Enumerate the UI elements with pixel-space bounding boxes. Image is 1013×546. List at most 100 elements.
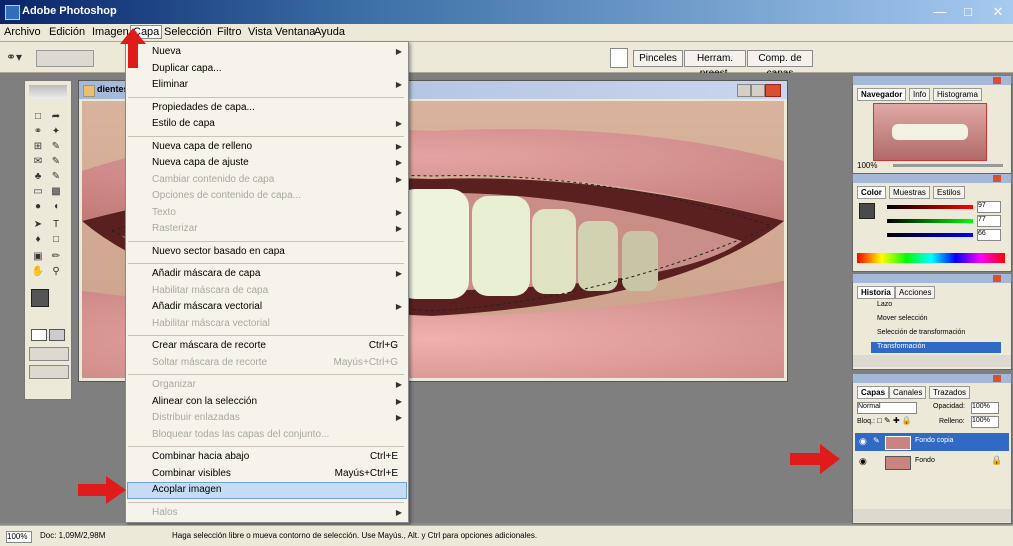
menu-item[interactable]: Propiedades de capa... [152,102,398,113]
tab-navegador[interactable]: Navegador [857,88,907,101]
brush-link-icon[interactable]: ✎ [873,436,880,445]
tab-acciones[interactable]: Acciones [895,286,936,299]
g-slider[interactable] [887,219,973,223]
doc-close-icon[interactable] [765,84,781,97]
menu-item[interactable]: Nuevo sector basado en capa [152,246,398,257]
eraser-tool-icon[interactable]: ▭ [31,186,45,198]
color-fg-swatch[interactable] [859,203,875,219]
navigator-thumbnail[interactable] [873,103,987,161]
dodge-tool-icon[interactable]: ◖ [49,201,63,213]
tab-estilos[interactable]: Estilos [933,186,965,199]
menu-item[interactable]: Alinear con la selección [152,396,398,407]
navigator-zoom[interactable]: 100% [857,161,877,170]
menu-seleccion[interactable]: Selección [164,26,212,38]
marquee-tool-icon[interactable]: □ [31,111,45,123]
tab-histograma[interactable]: Histograma [933,88,982,101]
type-tool-icon[interactable]: T [49,219,63,231]
blend-mode-select[interactable]: Normal [857,402,917,414]
menu-item[interactable]: Combinar hacia abajo Ctrl+E [152,451,398,462]
palette-close-icon[interactable] [993,275,1001,282]
healing-brush-icon[interactable]: ✉ [31,156,45,168]
history-item[interactable]: Selección de transformación [877,329,965,336]
slice-tool-icon[interactable]: ✎ [49,141,63,153]
maximize-icon[interactable]: □ [958,3,978,20]
color-spectrum[interactable] [857,253,1005,263]
move-tool-icon[interactable]: ➦ [49,111,63,123]
menu-item[interactable]: Eliminar [152,79,398,90]
foreground-color-swatch[interactable] [31,289,49,307]
fill-field[interactable]: 100% [971,416,999,428]
eye-icon[interactable]: ◉ [859,436,867,447]
palette-close-icon[interactable] [993,77,1001,84]
palette-close-icon[interactable] [993,175,1001,182]
lock-icons[interactable]: □ ✎ ✚ 🔒 [877,416,927,426]
quick-mask-icon[interactable] [49,329,65,341]
hand-tool-icon[interactable]: ✋ [31,266,45,278]
selection-mode-icons[interactable] [36,50,94,67]
pen-tool-icon[interactable]: ♦ [31,234,45,246]
lasso-tool-icon[interactable]: ⚭ [31,126,45,138]
history-brush-icon[interactable]: ✎ [49,171,63,183]
tab-trazados[interactable]: Trazados [929,386,971,399]
opacity-field[interactable]: 100% [971,402,999,414]
tab-canales[interactable]: Canales [889,386,927,399]
zoom-slider[interactable] [893,164,1003,167]
palette-close-icon[interactable] [993,375,1001,382]
menu-item[interactable]: Nueva [152,46,398,57]
eye-icon[interactable]: ◉ [859,456,867,467]
menu-item[interactable]: Nueva capa de relleno [152,141,398,152]
tab-muestras[interactable]: Muestras [889,186,930,199]
tab-capas[interactable]: Capas [857,386,890,399]
tab-color[interactable]: Color [857,186,886,199]
clone-stamp-icon[interactable]: ♣ [31,171,45,183]
menu-item[interactable]: Nueva capa de ajuste [152,157,398,168]
palette-well-herramientas[interactable]: Herram. preest. [684,50,746,79]
brush-tool-icon[interactable]: ✎ [49,156,63,168]
r-slider[interactable] [887,205,973,209]
menu-edicion[interactable]: Edición [49,26,85,38]
b-value[interactable]: 66 [977,229,1001,241]
doc-maximize-icon[interactable] [751,84,765,97]
file-browser-icon[interactable] [610,48,628,68]
minimize-icon[interactable]: — [930,3,950,20]
shape-tool-icon[interactable]: □ [49,234,63,246]
menu-item[interactable]: Añadir máscara vectorial [152,301,398,312]
b-slider[interactable] [887,233,973,237]
layer-row-fondo-copia[interactable]: ◉ ✎ Fondo copia [855,433,1009,451]
notes-tool-icon[interactable]: ▣ [31,251,45,263]
lasso-tool-icon[interactable]: ⚭▾ [6,50,28,65]
tab-historia[interactable]: Historia [857,286,895,299]
g-value[interactable]: 77 [977,215,1001,227]
standard-mode-icon[interactable] [31,329,47,341]
menu-vista[interactable]: Vista [248,26,272,38]
menu-item[interactable]: Estilo de capa [152,118,398,129]
menu-ayuda[interactable]: Ayuda [314,26,345,38]
r-value[interactable]: 97 [977,201,1001,213]
menu-filtro[interactable]: Filtro [217,26,241,38]
palette-well-comp-capas[interactable]: Comp. de capas [747,50,813,79]
path-select-icon[interactable]: ➤ [31,219,45,231]
layer-row-fondo[interactable]: ◉ Fondo 🔒 [855,453,1009,471]
history-item[interactable]: Mover selección [877,315,928,322]
menu-item[interactable]: Crear máscara de recorte Ctrl+G [152,340,398,351]
tab-info[interactable]: Info [909,88,931,101]
eyedropper-icon[interactable]: ✏ [49,251,63,263]
close-icon[interactable]: ✕ [988,3,1008,20]
screen-mode-icons[interactable] [29,347,69,361]
menu-item[interactable]: Añadir máscara de capa [152,268,398,279]
menu-item[interactable]: Duplicar capa... [152,63,398,74]
blur-tool-icon[interactable]: ● [31,201,45,213]
zoom-tool-icon[interactable]: ⚲ [49,266,63,278]
gradient-tool-icon[interactable]: ▩ [49,186,63,198]
doc-minimize-icon[interactable] [737,84,751,97]
menu-ventana[interactable]: Ventana [275,26,315,38]
magic-wand-icon[interactable]: ✦ [49,126,63,138]
menu-archivo[interactable]: Archivo [4,26,41,38]
menu-item[interactable]: Combinar visibles Mayús+Ctrl+E [152,468,398,479]
layers-footer-buttons[interactable] [853,509,1011,522]
crop-tool-icon[interactable]: ⊞ [31,141,45,153]
menu-item[interactable]: Acoplar imagen [152,484,398,495]
history-item[interactable]: Lazo [877,301,892,308]
history-item-selected[interactable]: Transformación [871,342,1001,353]
jump-to-imageready-icon[interactable] [29,365,69,379]
